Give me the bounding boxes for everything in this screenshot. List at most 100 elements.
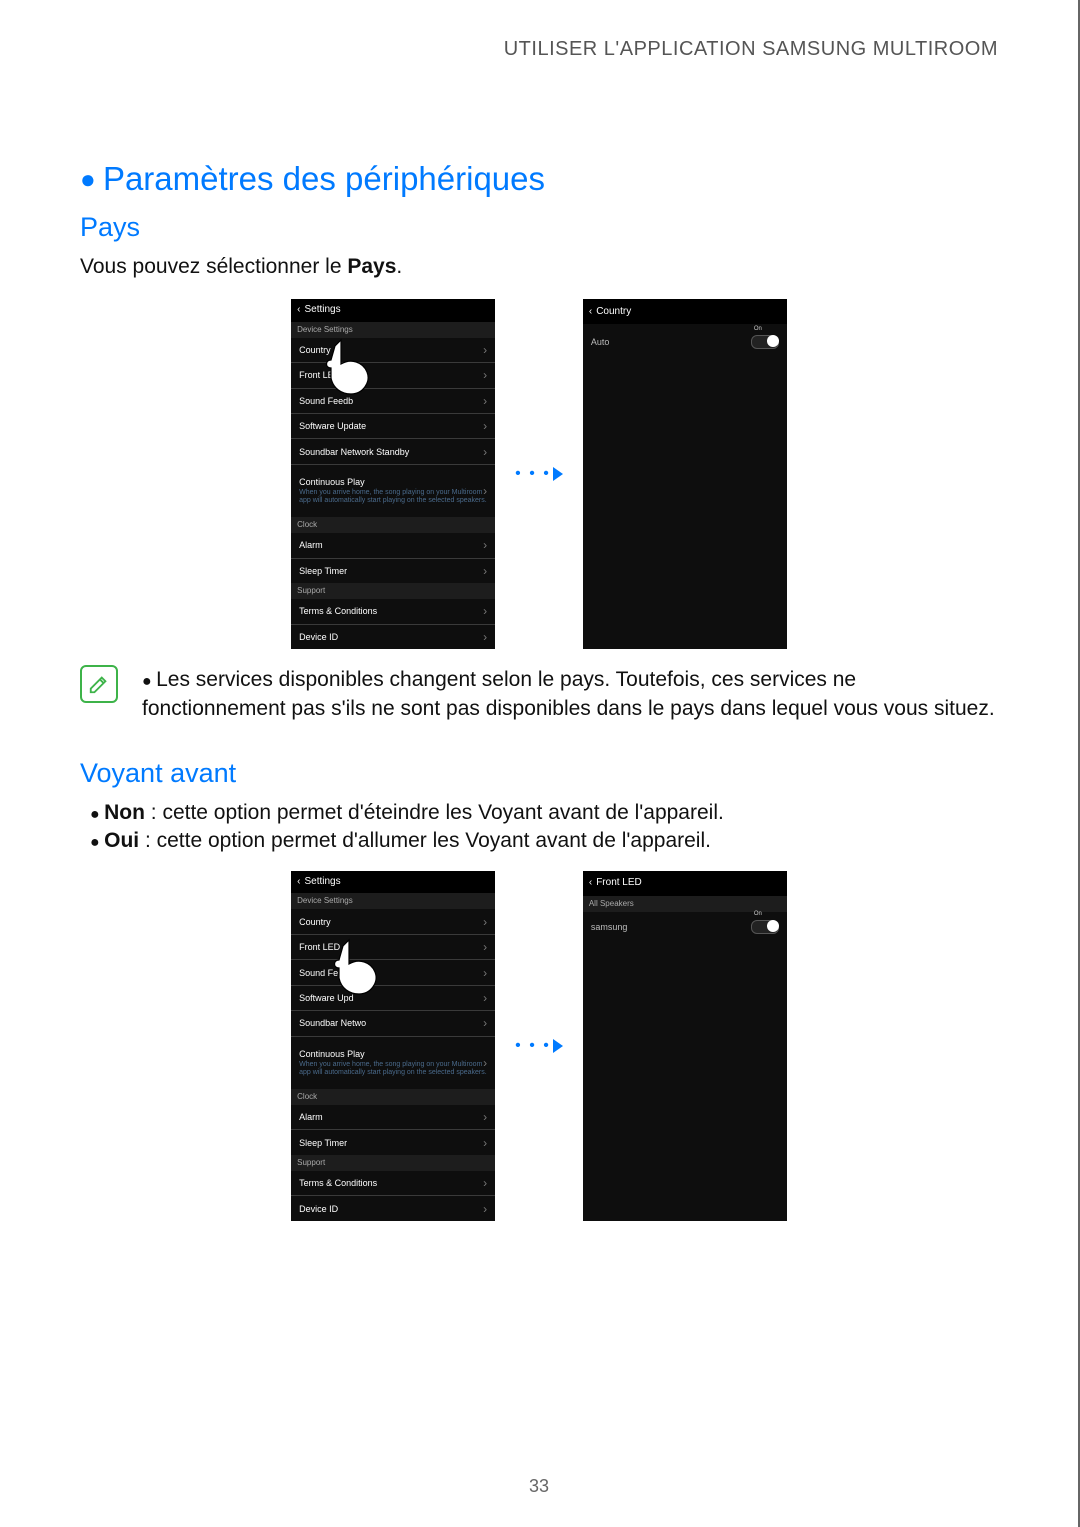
toggle-switch[interactable]: On [751, 920, 779, 934]
item-label: Sound Feedb [299, 396, 353, 406]
chevron-right-icon: › [483, 630, 487, 644]
flow-arrow-icon: • • • [515, 1037, 563, 1055]
list-item: Non : cette option permet d'éteindre les… [90, 801, 998, 825]
phone-screen: ‹ Settings Device Settings Country › Front… [291, 299, 495, 649]
list-item: Oui : cette option permet d'allumer les … [90, 829, 998, 853]
note-text: Les services disponibles changent selon … [142, 665, 998, 724]
section-label: Device Settings [291, 322, 495, 338]
item-subtext: When you arrive home, the song playing o… [299, 1061, 487, 1076]
phone-country: ‹Country Auto On [583, 299, 787, 649]
item-label: Soundbar Netwo [299, 1018, 366, 1028]
item-label: Terms & Conditions [299, 606, 377, 616]
back-chevron-icon[interactable]: ‹ [297, 876, 300, 887]
chevron-right-icon: › [483, 1016, 487, 1030]
item-label: Soundbar Network Standby [299, 447, 409, 457]
back-chevron-icon[interactable]: ‹ [297, 304, 300, 315]
list-item[interactable]: Software Update › [291, 414, 495, 439]
list-item[interactable]: Terms & Conditions› [291, 1171, 495, 1196]
chevron-right-icon: › [483, 991, 487, 1005]
voyant-list: Non : cette option permet d'éteindre les… [90, 801, 998, 853]
phone-screen: ‹Settings Device Settings Country› Front… [291, 871, 495, 1221]
list-item[interactable]: Soundbar Netwo › [291, 1011, 495, 1036]
toggle-on-label: On [754, 911, 762, 917]
list-item[interactable]: Software Upd › [291, 986, 495, 1011]
chevron-right-icon: › [483, 343, 487, 357]
chevron-right-icon: › [483, 394, 487, 408]
item-label: Sleep Timer [299, 1138, 347, 1148]
list-item[interactable]: Sound Feed› [291, 960, 495, 985]
item-label: Device ID [299, 632, 338, 642]
page: UTILISER L'APPLICATION SAMSUNG MULTIROOM… [0, 0, 1080, 1527]
list-item[interactable]: Alarm› [291, 1105, 495, 1130]
list-item-auto[interactable]: Auto On [583, 324, 787, 360]
subsection-voyant: Voyant avant [80, 758, 998, 789]
back-chevron-icon[interactable]: ‹ [589, 877, 592, 888]
item-label: Country [299, 917, 331, 927]
voyant-screenshots: ‹Settings Device Settings Country› Front… [80, 871, 998, 1221]
list-item[interactable]: Sleep Timer › [291, 1130, 495, 1154]
phone-frontled: ‹Front LED All Speakers samsung On [583, 871, 787, 1221]
item-label: Continuous Play [299, 1049, 365, 1059]
note-icon [80, 665, 118, 703]
chevron-right-icon: › [483, 966, 487, 980]
flow-arrow-icon: • • • [515, 465, 563, 483]
toggle-switch[interactable]: On [751, 335, 779, 349]
list-item[interactable]: Soundbar Network Standby› [291, 439, 495, 464]
text: Vous pouvez sélectionner le [80, 255, 347, 278]
back-chevron-icon[interactable]: ‹ [589, 306, 592, 317]
nav-bar[interactable]: ‹ Front LED [583, 871, 787, 896]
note-block: Les services disponibles changent selon … [80, 665, 998, 724]
list-item[interactable]: Alarm › [291, 533, 495, 558]
pays-description: Vous pouvez sélectionner le Pays. [80, 255, 998, 279]
text: : cette option permet d'éteindre les Voy… [145, 801, 724, 824]
text-bold: Pays [347, 255, 396, 278]
nav-title: Settings [304, 304, 340, 315]
page-header: UTILISER L'APPLICATION SAMSUNG MULTIROOM [504, 38, 998, 61]
item-label: Front LED [299, 942, 340, 952]
list-item[interactable]: Sound Feedb › [291, 389, 495, 414]
text: . [396, 255, 402, 278]
chevron-right-icon: › [483, 604, 487, 618]
list-item-continuous[interactable]: Continuous Play When you arrive home, th… [291, 1037, 495, 1089]
list-item[interactable]: Front LED› [291, 935, 495, 960]
item-label: Device ID [299, 1204, 338, 1214]
list-item[interactable]: Front LED› [291, 363, 495, 388]
section-label: Support [291, 1155, 495, 1171]
section-title: Paramètres des périphériques [80, 160, 998, 198]
chevron-right-icon: › [483, 419, 487, 433]
list-item-continuous[interactable]: Continuous Play When you arrive home, th… [291, 465, 495, 517]
section-label: Clock [291, 1089, 495, 1105]
chevron-right-icon: › [483, 1056, 487, 1070]
toggle-on-label: On [754, 326, 762, 332]
text: : cette option permet d'allumer les Voya… [139, 829, 711, 852]
item-label: Auto [591, 337, 610, 347]
item-subtext: When you arrive home, the song playing o… [299, 489, 487, 504]
item-label: Alarm [299, 540, 323, 550]
nav-bar[interactable]: ‹Country [583, 299, 787, 324]
item-label: Country [299, 345, 331, 355]
list-item[interactable]: Terms & Conditions › [291, 599, 495, 624]
chevron-right-icon: › [483, 1110, 487, 1124]
list-item[interactable]: Device ID › [291, 625, 495, 649]
chevron-right-icon: › [483, 484, 487, 498]
list-item[interactable]: Country› [291, 909, 495, 934]
chevron-right-icon: › [483, 564, 487, 578]
chevron-right-icon: › [483, 538, 487, 552]
item-label: Software Upd [299, 993, 354, 1003]
text-bold: Oui [104, 829, 139, 852]
item-label: Software Update [299, 421, 366, 431]
text-bold: Non [104, 801, 145, 824]
list-item[interactable]: Sleep Timer › [291, 559, 495, 583]
nav-bar[interactable]: ‹Settings [291, 871, 495, 894]
item-label: Continuous Play [299, 477, 365, 487]
subsection-pays: Pays [80, 212, 998, 243]
item-label: samsung [591, 922, 628, 932]
nav-title: Front LED [596, 877, 642, 888]
list-item-speaker[interactable]: samsung On [583, 912, 787, 942]
chevron-right-icon: › [483, 1136, 487, 1150]
list-item[interactable]: Device ID› [291, 1196, 495, 1220]
item-label: Sleep Timer [299, 566, 347, 576]
list-item[interactable]: Country › [291, 338, 495, 363]
item-label: Front LED [299, 370, 340, 380]
nav-bar[interactable]: ‹ Settings [291, 299, 495, 322]
